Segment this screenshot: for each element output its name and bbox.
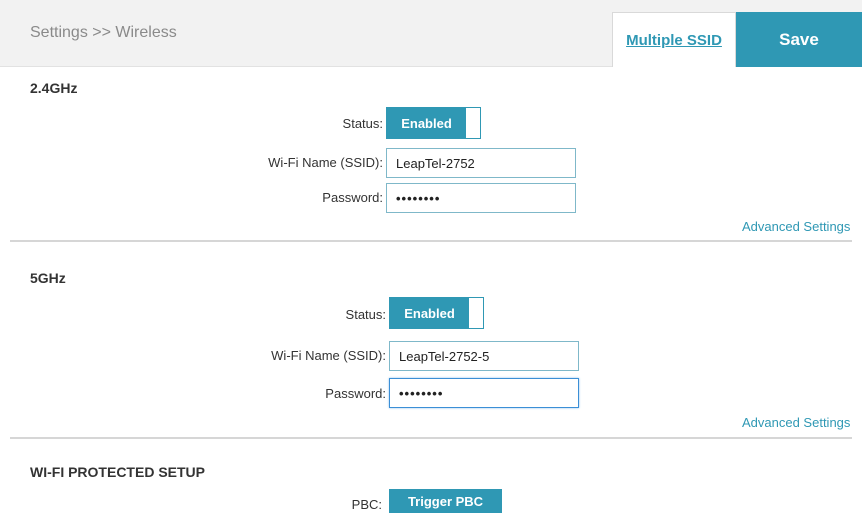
trigger-pbc-button[interactable]: Trigger PBC — [389, 489, 502, 513]
ssid-input-24ghz[interactable]: LeapTel-2752 — [386, 148, 576, 178]
password-input-5ghz[interactable]: •••••••• — [389, 378, 579, 408]
section-divider — [10, 437, 852, 439]
breadcrumb: Settings >> Wireless — [30, 24, 177, 41]
status-toggle-on-24ghz: Enabled — [387, 108, 466, 138]
page-header: Settings >> Wireless Multiple SSID Save — [0, 0, 862, 67]
status-toggle-on-5ghz: Enabled — [390, 298, 469, 328]
section-title-5ghz: 5GHz — [30, 270, 66, 286]
status-label-24ghz: Status: — [342, 116, 383, 131]
ssid-label-5ghz: Wi-Fi Name (SSID): — [271, 348, 386, 363]
pbc-label: PBC: — [351, 497, 382, 512]
section-title-24ghz: 2.4GHz — [30, 80, 78, 96]
password-label-5ghz: Password: — [325, 386, 386, 401]
password-label-24ghz: Password: — [322, 190, 383, 205]
section-divider — [10, 240, 852, 242]
ssid-label-24ghz: Wi-Fi Name (SSID): — [268, 155, 383, 170]
status-toggle-5ghz[interactable]: Enabled — [389, 297, 484, 329]
ssid-input-5ghz[interactable]: LeapTel-2752-5 — [389, 341, 579, 371]
advanced-settings-link-5ghz[interactable]: Advanced Settings — [742, 415, 850, 430]
password-input-24ghz[interactable]: •••••••• — [386, 183, 576, 213]
status-label-5ghz: Status: — [345, 307, 386, 322]
advanced-settings-link-24ghz[interactable]: Advanced Settings — [742, 219, 850, 234]
wireless-settings-page: Settings >> Wireless Multiple SSID Save … — [0, 0, 862, 513]
section-title-wps: WI-FI PROTECTED SETUP — [30, 464, 205, 480]
multiple-ssid-link[interactable]: Multiple SSID — [612, 12, 736, 67]
save-button[interactable]: Save — [736, 12, 862, 67]
status-toggle-24ghz[interactable]: Enabled — [386, 107, 481, 139]
